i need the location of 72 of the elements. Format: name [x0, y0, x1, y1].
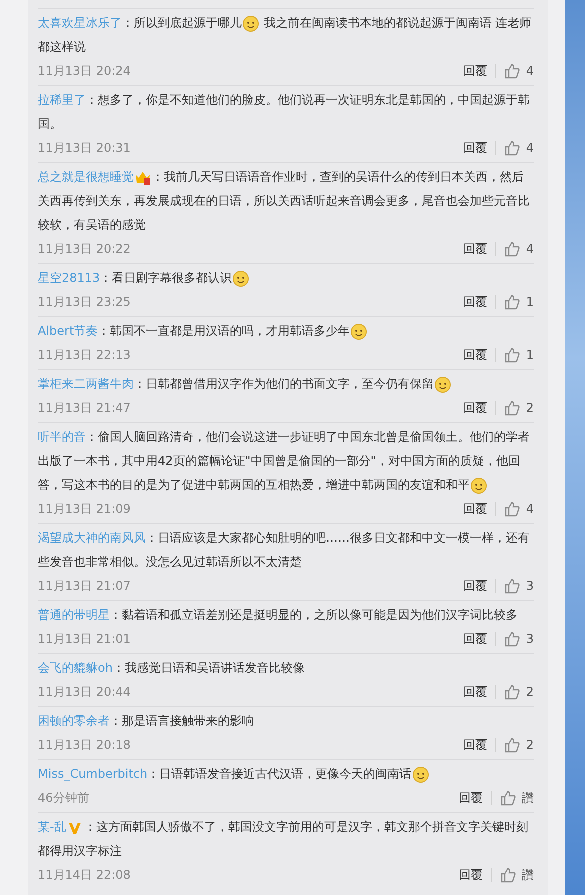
comment-time: 11月13日 20:31 [38, 140, 132, 156]
comment-time: 11月13日 21:47 [38, 400, 132, 416]
thumbs-up-icon [504, 684, 520, 700]
comment-text: 掌柜来二两酱牛肉：日韩都曾借用汉字作为他们的书面文字，至今仍有保留 [38, 372, 534, 396]
comment-text: 会飞的貔貅oh：我感觉日语和吴语讲话发音比较像 [38, 660, 306, 677]
reply-link[interactable]: 回覆 [459, 868, 492, 882]
like-button[interactable]: 4 [504, 501, 534, 517]
reply-link[interactable]: 回覆 [459, 791, 492, 805]
thumbs-up-icon [504, 241, 520, 257]
comment-text: 太喜欢星冰乐了：所以到底起源于哪儿 我之前在闽南读书本地的都说起源于闽南语 连老师都这样说 [38, 14, 533, 56]
comment-text: 困顿的零余者：那是语言接触带来的影响 [38, 713, 255, 730]
comment-time: 11月13日 20:18 [38, 736, 132, 754]
thumbs-up-icon [504, 631, 520, 647]
reply-link[interactable]: 回覆 [463, 348, 496, 362]
comment-text: 普通的带明星：黏着语和孤立语差别还是挺明显的，之所以像可能是因为他们汉字词比较多 [38, 607, 519, 624]
reply-link[interactable]: 回覆 [463, 141, 496, 155]
like-button[interactable]: 1 [504, 294, 534, 310]
reply-link[interactable]: 回覆 [463, 632, 496, 646]
comment-time: 11月13日 20:44 [38, 684, 132, 700]
reply-link[interactable]: 回覆 [463, 64, 496, 78]
comment-time: 11月13日 21:07 [38, 578, 132, 594]
reply-link[interactable]: 回覆 [463, 738, 496, 752]
comment-text: 星空28113：看日剧字幕很多都认识 [38, 266, 534, 290]
like-button[interactable]: 2 [504, 400, 534, 416]
comment-time: 11月13日 21:01 [38, 630, 132, 648]
comment-time: 46分钟前 [38, 790, 90, 806]
emoji-icon [435, 376, 451, 393]
emoji-icon [351, 324, 368, 340]
comment-time: 11月13日 20:24 [38, 62, 132, 80]
comment-text: Miss_Cumberbitch：日语韩语发音接近古代汉语，更像今天的闽南话 [38, 762, 534, 786]
comment-text: 某-乱 ：这方面韩国人骄傲不了，韩国没文字前用的可是汉字，韩文那个拼音文字关键时刻都得用汉字标注 [38, 818, 530, 860]
like-button[interactable]: 2 [504, 737, 534, 753]
like-button[interactable]: 4 [504, 241, 534, 257]
comment-text: Albert节奏：韩国不一直都是用汉语的吗，才用韩语多少年 [38, 319, 534, 343]
comment-text: 渴望成大神的南风风：日语应该是大家都心知肚明的吧……很多日文都和中文一模一样，还有些发音也非常相似。没怎么见过韩语所以不太清楚 [38, 530, 531, 571]
like-button[interactable]: 3 [504, 578, 534, 594]
like-button[interactable]: 4 [504, 63, 534, 79]
reply-link[interactable]: 回覆 [463, 685, 496, 699]
like-button[interactable]: 讚 [500, 790, 534, 806]
thumbs-up-icon [504, 294, 520, 310]
thumbs-up-icon [504, 578, 520, 594]
comment-text: 总之就是很想睡觉 ：我前几天写日语语音作业时，查到的吴语什么的传到日本关西，然后关西再传到关东，再发展成现在的日语，所以关西话听起来音调会更多，尾音也会加些元音比较软，有吴语的感觉 [38, 168, 531, 234]
comment-time: 11月13日 21:09 [38, 500, 132, 518]
like-button[interactable]: 4 [504, 140, 534, 156]
thumbs-up-icon [504, 737, 520, 753]
emoji-icon [412, 766, 429, 783]
comment-time: 11月13日 23:25 [38, 294, 132, 310]
like-button[interactable]: 1 [504, 347, 534, 363]
thumbs-up-icon [504, 63, 520, 79]
emoji-icon [243, 16, 259, 32]
like-button[interactable]: 2 [504, 684, 534, 700]
comment-time: 11月14日 22:08 [38, 866, 132, 884]
crown-badge-icon [135, 170, 151, 186]
like-button[interactable]: 讚 [500, 866, 534, 884]
thumbs-up-icon [504, 140, 520, 156]
comment-text: 听半的音：偷国人脑回路清奇，他们会说这进一步证明了中国东北曾是偷国领土。他们的学者出版了一本书，其中用42页的篇幅论证"中国曾是偷国的一部分"，对中国方面的质疑，他回答，写这本书的目的是为了促进中韩两国的互相热爱，增进中韩两国的友谊和和平 [38, 429, 531, 496]
thumbs-up-icon [504, 501, 520, 517]
thumbs-up-icon [504, 400, 520, 416]
reply-link[interactable]: 回覆 [463, 502, 496, 516]
reply-link[interactable]: 回覆 [463, 242, 496, 256]
like-button[interactable]: 3 [504, 631, 534, 647]
comment-time: 11月13日 20:22 [38, 240, 132, 258]
reply-link[interactable]: 回覆 [463, 295, 496, 309]
thumbs-up-icon [500, 867, 516, 883]
comment-text: 拉稀里了：想多了，你是不知道他们的脸皮。他们说再一次证明东北是韩国的，中国起源于韩国。 [38, 92, 531, 133]
thumbs-up-icon [500, 790, 516, 806]
emoji-icon [233, 270, 250, 287]
thumbs-up-icon [504, 347, 520, 363]
comment-time: 11月13日 22:13 [38, 346, 132, 364]
reply-link[interactable]: 回覆 [463, 579, 496, 593]
reply-link[interactable]: 回覆 [463, 401, 496, 415]
emoji-icon [471, 478, 487, 494]
